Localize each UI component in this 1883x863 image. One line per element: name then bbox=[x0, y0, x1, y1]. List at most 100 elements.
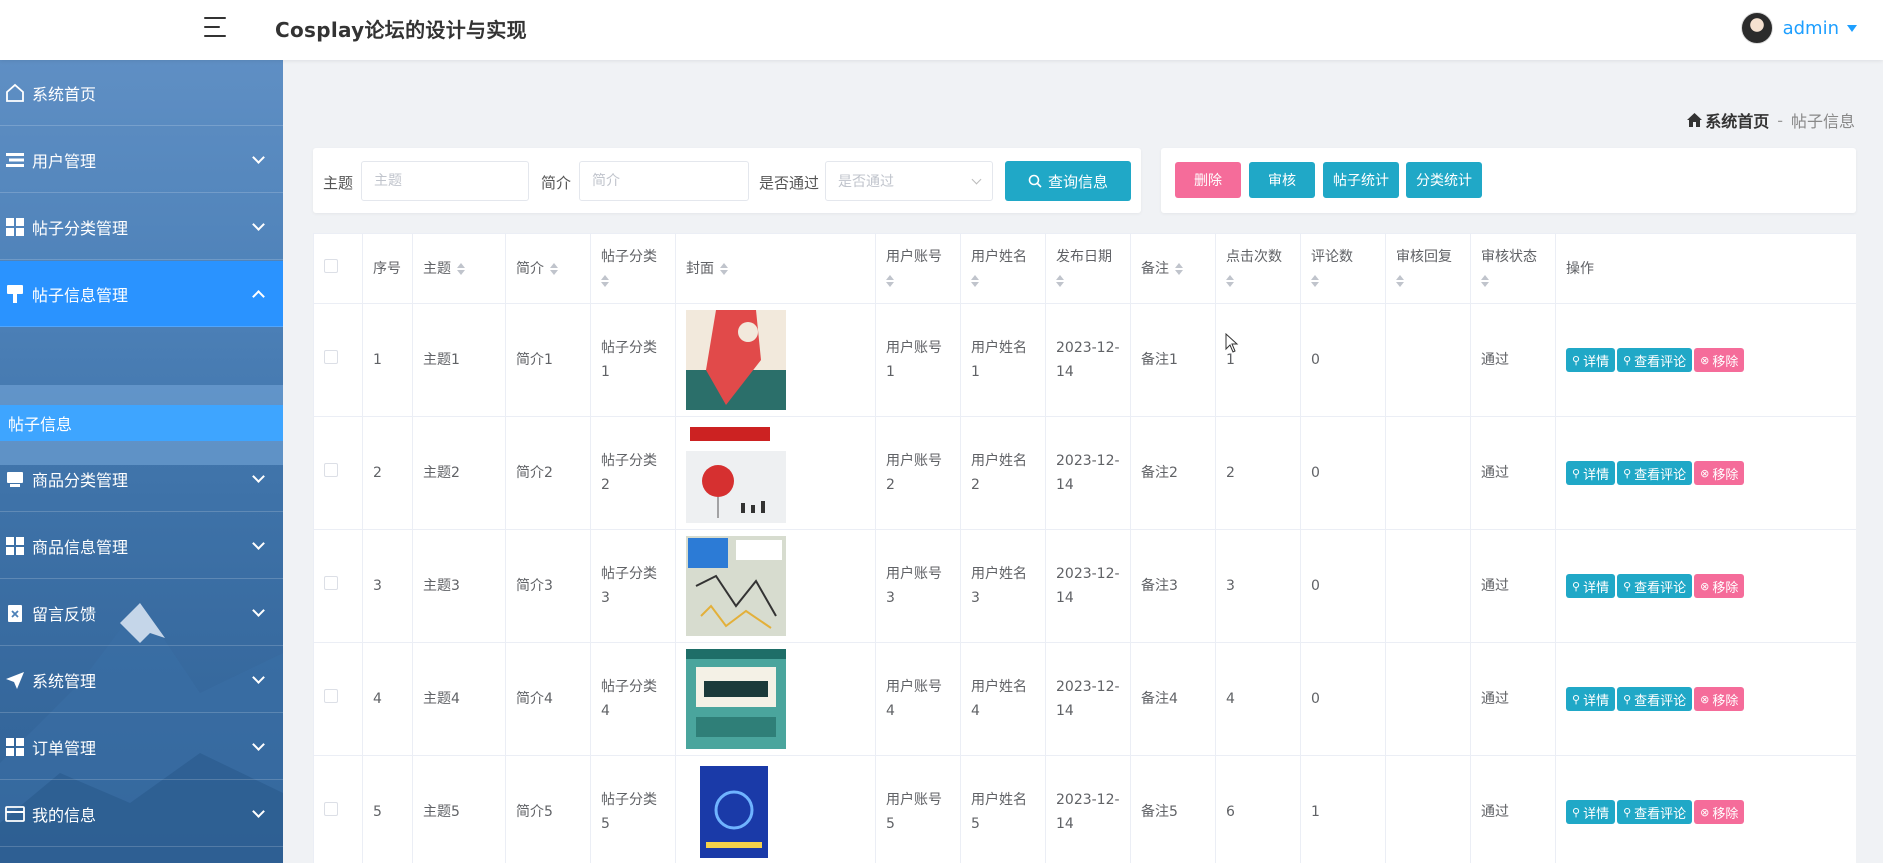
search-icon: ⚲ bbox=[1623, 579, 1632, 593]
cell-account: 用户账号1 bbox=[875, 303, 961, 417]
sort-icon[interactable] bbox=[1226, 274, 1234, 287]
sidebar-item-my-info[interactable]: 我的信息 bbox=[0, 781, 283, 847]
sort-icon[interactable] bbox=[457, 262, 465, 275]
row-checkbox[interactable] bbox=[324, 350, 338, 364]
post-stats-button[interactable]: 帖子统计 bbox=[1323, 162, 1399, 198]
search-icon: ⚲ bbox=[1623, 466, 1632, 480]
cell-cover bbox=[675, 303, 876, 417]
sort-icon[interactable] bbox=[720, 262, 728, 275]
sidebar-item-post-info[interactable]: 帖子信息管理 bbox=[0, 261, 283, 327]
sidebar-item-product-info[interactable]: 商品信息管理 bbox=[0, 513, 283, 579]
remove-button[interactable]: ⊗ 移除 bbox=[1694, 348, 1745, 373]
header-comments[interactable]: 评论数 bbox=[1300, 233, 1386, 304]
sort-icon[interactable] bbox=[971, 274, 979, 287]
query-button[interactable]: 查询信息 bbox=[1005, 161, 1131, 201]
cover-image bbox=[686, 649, 786, 749]
cell-clicks: 6 bbox=[1215, 755, 1301, 863]
remove-button[interactable]: ⊗ 移除 bbox=[1694, 461, 1745, 486]
row-select[interactable] bbox=[313, 755, 363, 863]
header-actions: 操作 bbox=[1555, 233, 1856, 304]
intro-input[interactable] bbox=[579, 161, 749, 201]
cell-intro: 简介3 bbox=[505, 529, 591, 643]
header-cover[interactable]: 封面 bbox=[675, 233, 876, 304]
query-button-label: 查询信息 bbox=[1047, 172, 1108, 191]
header-name[interactable]: 用户姓名 bbox=[960, 233, 1046, 304]
cell-remark: 备注2 bbox=[1130, 416, 1216, 530]
header-intro[interactable]: 简介 bbox=[505, 233, 591, 304]
cell-account: 用户账号5 bbox=[875, 755, 961, 863]
grid-icon bbox=[4, 535, 26, 557]
header-remark[interactable]: 备注 bbox=[1130, 233, 1216, 304]
row-checkbox[interactable] bbox=[324, 689, 338, 703]
delete-button[interactable]: 删除 bbox=[1175, 162, 1241, 198]
view-comments-button[interactable]: ⚲ 查看评论 bbox=[1617, 800, 1693, 825]
sidebar-item-home[interactable]: 系统首页 bbox=[0, 60, 283, 126]
user-menu[interactable]: admin bbox=[1740, 10, 1857, 46]
remove-button[interactable]: ⊗ 移除 bbox=[1694, 800, 1745, 825]
remove-button[interactable]: ⊗ 移除 bbox=[1694, 574, 1745, 599]
sort-icon[interactable] bbox=[1396, 274, 1404, 287]
close-circle-icon: ⊗ bbox=[1700, 692, 1710, 706]
audit-button[interactable]: 审核 bbox=[1249, 162, 1315, 198]
row-select[interactable] bbox=[313, 303, 363, 417]
select-all-checkbox[interactable] bbox=[324, 258, 338, 273]
pass-select[interactable]: 是否通过 bbox=[825, 161, 993, 201]
sort-icon[interactable] bbox=[1175, 262, 1183, 275]
sort-icon[interactable] bbox=[550, 262, 558, 275]
sidebar-item-feedback[interactable]: 留言反馈 bbox=[0, 580, 283, 646]
chevron-down-icon bbox=[252, 805, 265, 818]
sidebar-item-users[interactable]: 用户管理 bbox=[0, 127, 283, 193]
header-clicks[interactable]: 点击次数 bbox=[1215, 233, 1301, 304]
row-checkbox[interactable] bbox=[324, 802, 338, 816]
header-status[interactable]: 审核状态 bbox=[1470, 233, 1556, 304]
sidebar-item-post-category[interactable]: 帖子分类管理 bbox=[0, 194, 283, 260]
sort-icon[interactable] bbox=[1311, 274, 1319, 287]
breadcrumb-home[interactable]: 系统首页 bbox=[1687, 108, 1769, 132]
row-checkbox[interactable] bbox=[324, 463, 338, 477]
detail-button[interactable]: ⚲ 详情 bbox=[1566, 348, 1616, 373]
row-select[interactable] bbox=[313, 642, 363, 756]
sort-icon[interactable] bbox=[1056, 274, 1064, 287]
cell-clicks: 1 bbox=[1215, 303, 1301, 417]
sort-icon[interactable] bbox=[886, 274, 894, 287]
cell-category: 帖子分类5 bbox=[590, 755, 676, 863]
row-checkbox[interactable] bbox=[324, 576, 338, 590]
detail-button[interactable]: ⚲ 详情 bbox=[1566, 574, 1616, 599]
detail-button[interactable]: ⚲ 详情 bbox=[1566, 687, 1616, 712]
menu-toggle-icon[interactable] bbox=[202, 14, 230, 42]
header-date[interactable]: 发布日期 bbox=[1045, 233, 1131, 304]
chevron-down-icon bbox=[252, 671, 265, 684]
sidebar-item-orders[interactable]: 订单管理 bbox=[0, 714, 283, 780]
search-icon: ⚲ bbox=[1623, 805, 1632, 819]
view-comments-button[interactable]: ⚲ 查看评论 bbox=[1617, 348, 1693, 373]
subject-input[interactable] bbox=[361, 161, 529, 201]
paint-icon bbox=[4, 283, 26, 305]
view-comments-button[interactable]: ⚲ 查看评论 bbox=[1617, 574, 1693, 599]
sort-icon[interactable] bbox=[1481, 274, 1489, 287]
sidebar-item-product-category[interactable]: 商品分类管理 bbox=[0, 446, 283, 512]
cover-image bbox=[686, 762, 786, 862]
table-row: 2 主题2 简介2 帖子分类2 用户账号2 用户姓名2 2023-12-14 备注2 2 0 通过 ⚲… bbox=[313, 416, 1856, 530]
row-select[interactable] bbox=[313, 529, 363, 643]
sidebar-item-system[interactable]: 系统管理 bbox=[0, 647, 283, 713]
header-subject[interactable]: 主题 bbox=[412, 233, 506, 304]
view-comments-button[interactable]: ⚲ 查看评论 bbox=[1617, 687, 1693, 712]
header-account[interactable]: 用户账号 bbox=[875, 233, 961, 304]
cell-reply bbox=[1385, 416, 1471, 530]
search-icon: ⚲ bbox=[1572, 692, 1581, 706]
remove-button[interactable]: ⊗ 移除 bbox=[1694, 687, 1745, 712]
sort-icon[interactable] bbox=[601, 274, 609, 287]
row-select[interactable] bbox=[313, 416, 363, 530]
header-reply[interactable]: 审核回复 bbox=[1385, 233, 1471, 304]
cell-date: 2023-12-14 bbox=[1045, 416, 1131, 530]
detail-button[interactable]: ⚲ 详情 bbox=[1566, 461, 1616, 486]
sidebar-subitem-post-info[interactable]: 帖子信息 bbox=[0, 405, 283, 441]
avatar bbox=[1740, 12, 1773, 44]
detail-button[interactable]: ⚲ 详情 bbox=[1566, 800, 1616, 825]
view-comments-button[interactable]: ⚲ 查看评论 bbox=[1617, 461, 1693, 486]
cell-comments: 0 bbox=[1300, 529, 1386, 643]
header-select-all[interactable] bbox=[313, 233, 363, 304]
header-category[interactable]: 帖子分类 bbox=[590, 233, 676, 304]
category-stats-button[interactable]: 分类统计 bbox=[1406, 162, 1482, 198]
cell-name: 用户姓名5 bbox=[960, 755, 1046, 863]
